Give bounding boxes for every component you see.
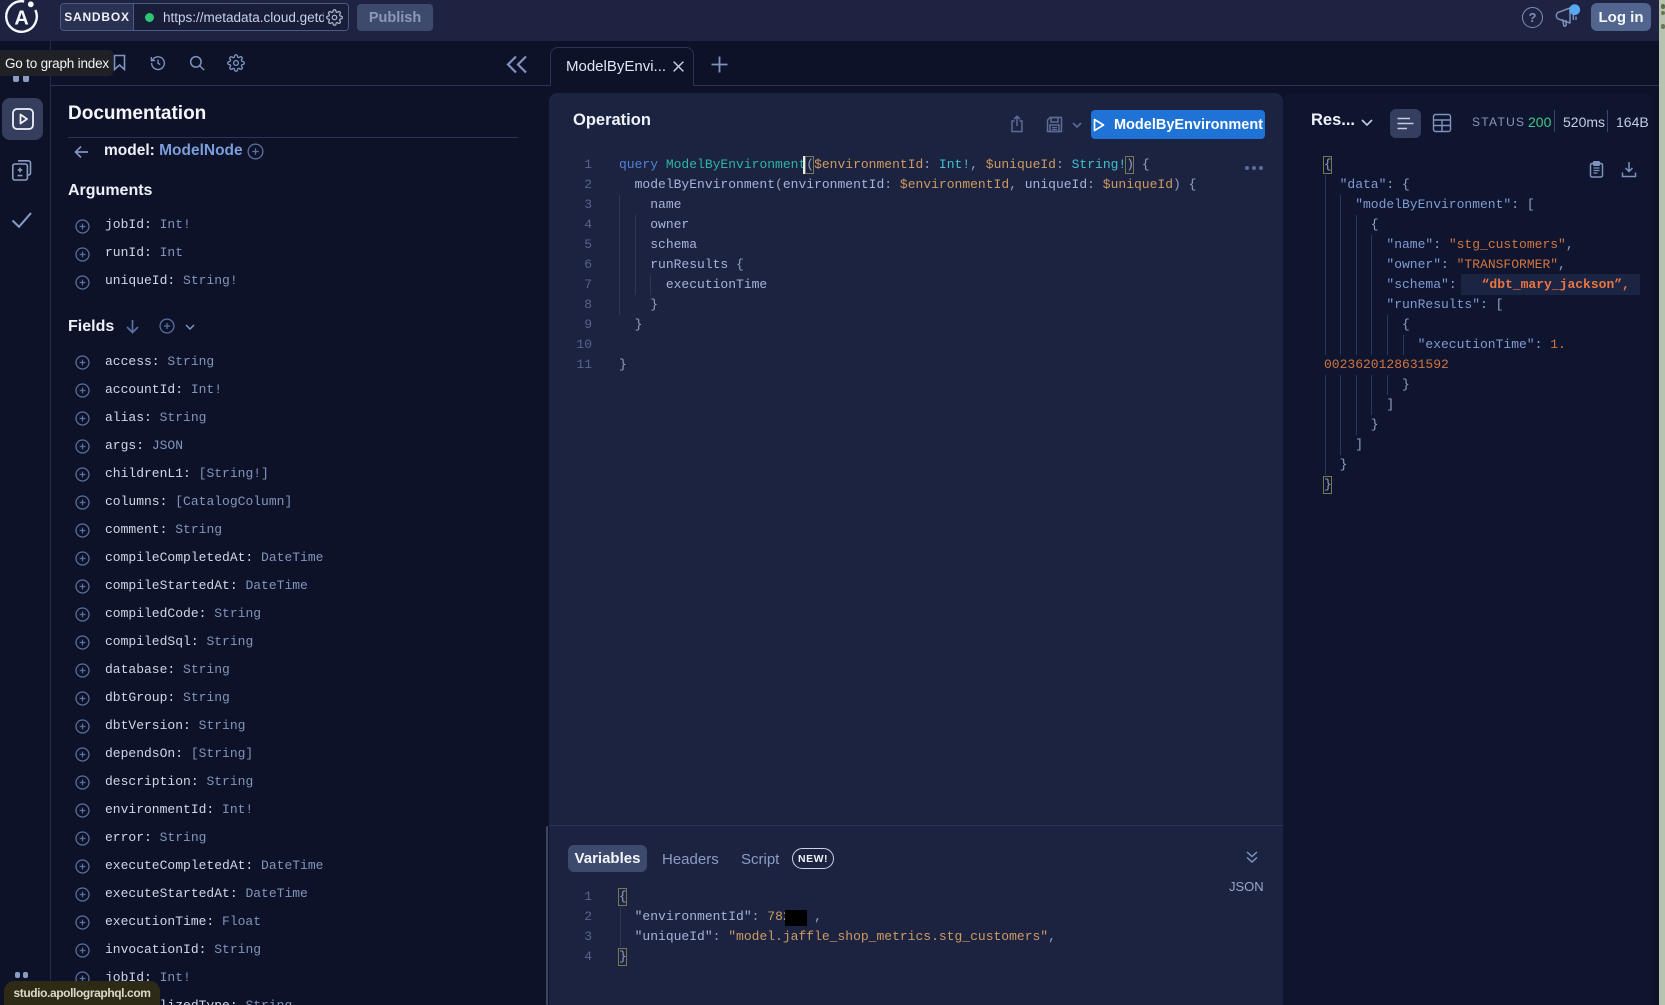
svg-text:A: A	[14, 8, 28, 30]
